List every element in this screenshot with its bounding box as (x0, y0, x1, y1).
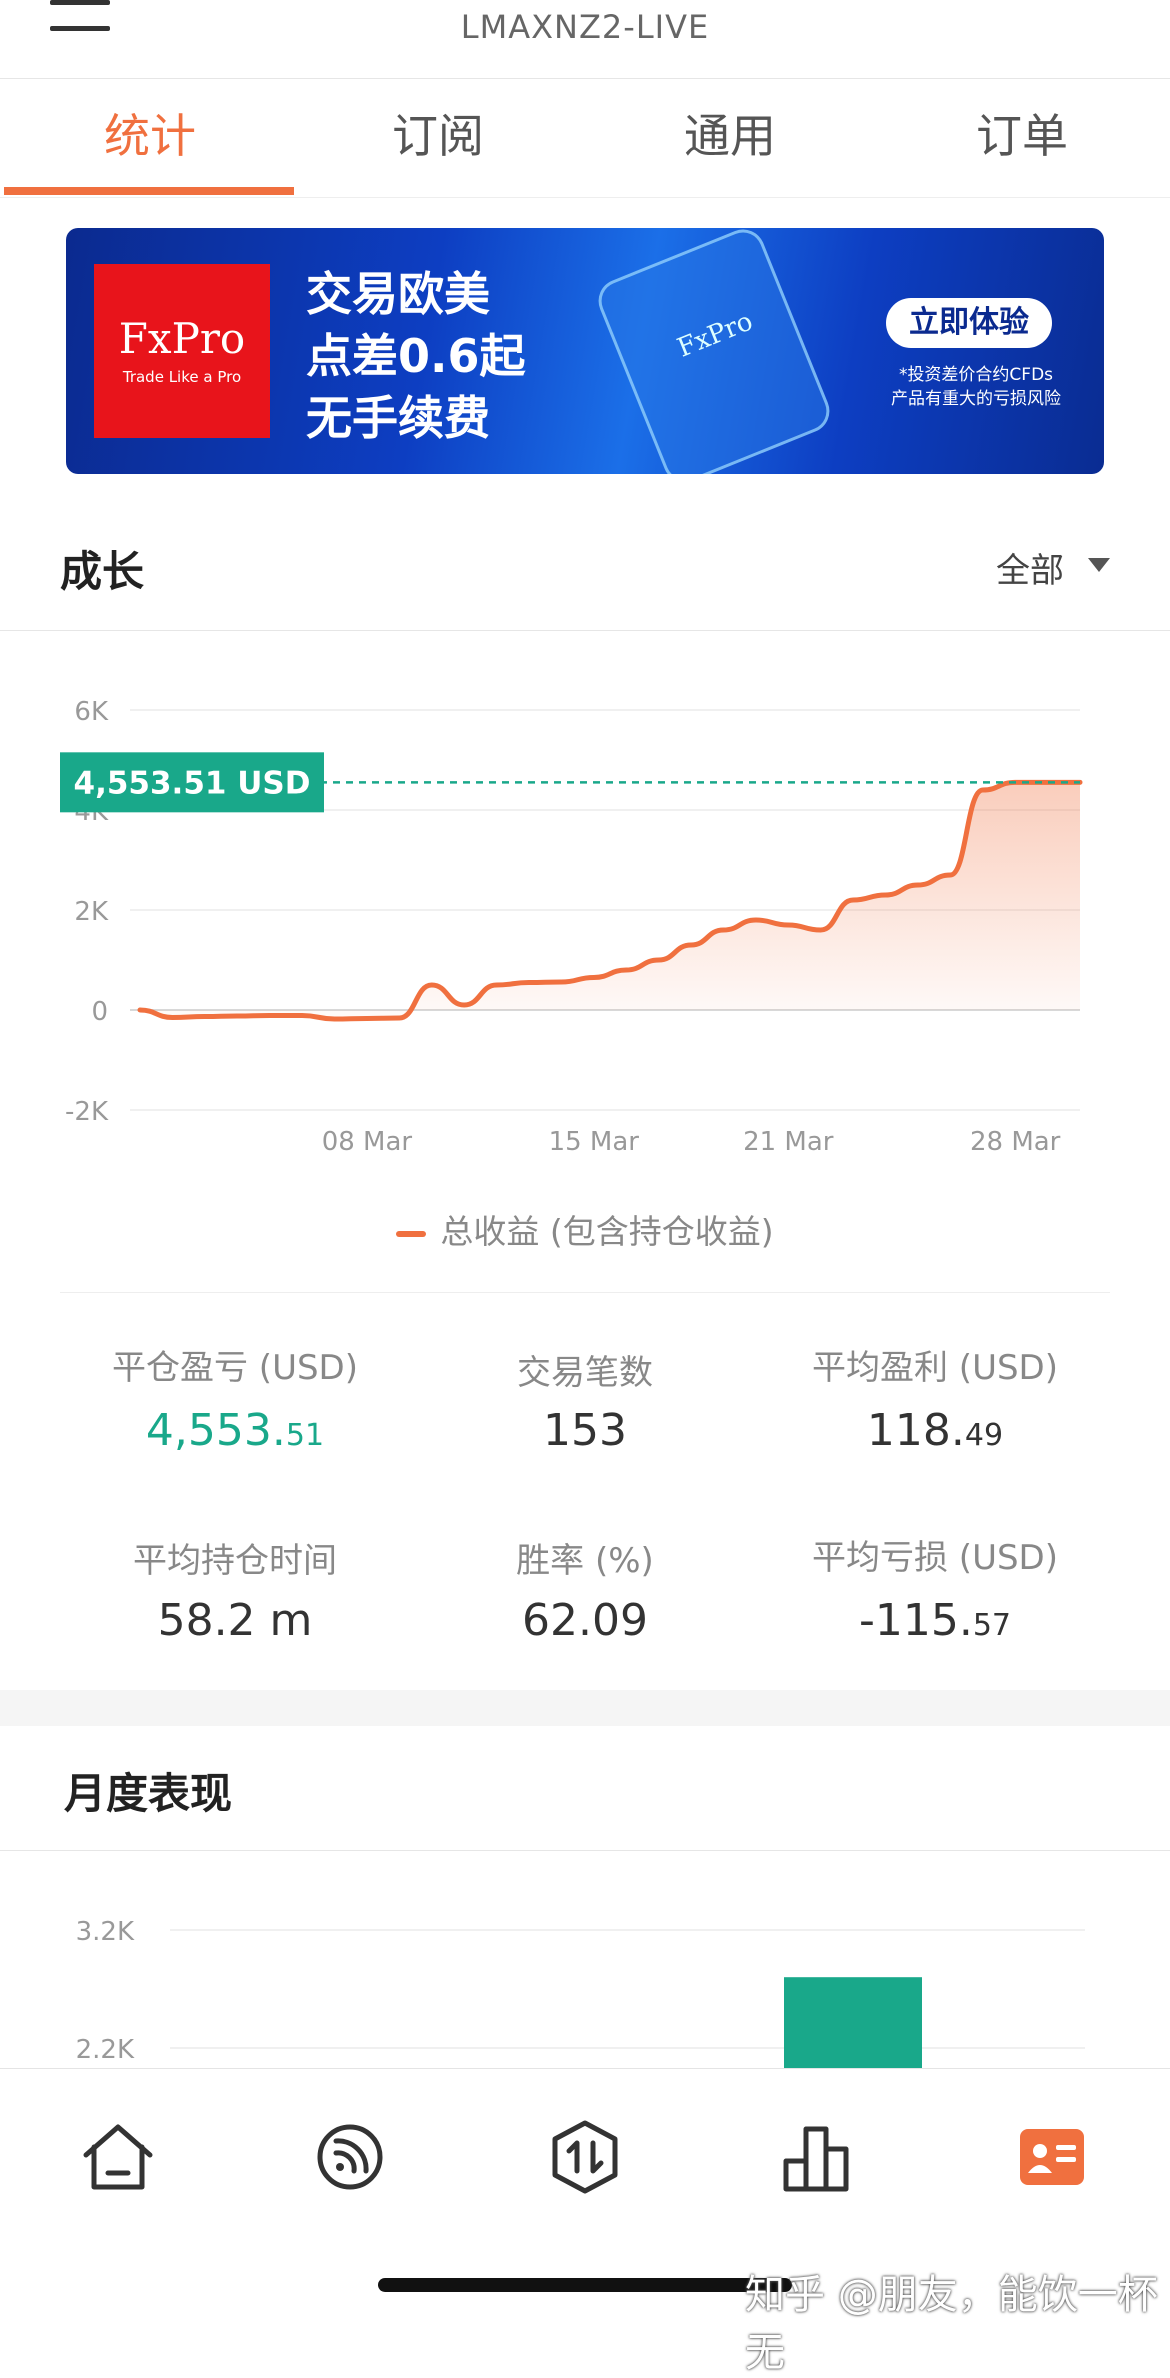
trades-count-label: 交易笔数 (517, 1353, 653, 1393)
home-indicator (378, 2278, 792, 2292)
nav-home[interactable] (78, 2117, 158, 2197)
tab-general[interactable]: 通用 (584, 100, 876, 170)
growth-chart[interactable]: -2K02K4K6K 08 Mar15 Mar21 Mar28 Mar 4,55… (0, 640, 1170, 1160)
avg-profit-label: 平均盈利 (USD) (812, 1348, 1058, 1388)
tab-subscribe[interactable]: 订阅 (292, 100, 584, 170)
tab-statistics[interactable]: 统计 (4, 100, 296, 170)
avg-loss-value: -115.57 (740, 1595, 1130, 1646)
growth-filter-dropdown[interactable]: 全部 (996, 543, 1064, 592)
x-tick-label: 08 Mar (322, 1127, 413, 1157)
win-rate-label: 胜率 (%) (516, 1541, 654, 1581)
avg-profit-value: 118.49 (740, 1405, 1130, 1456)
fxpro-logo: FxPro Trade Like a Pro (94, 264, 270, 438)
banner-line-3: 无手续费 (306, 391, 490, 445)
x-tick-label: 15 Mar (549, 1127, 640, 1157)
monthly-divider (0, 1850, 1170, 1851)
y-tick-label: 6K (74, 697, 109, 727)
monthly-chart[interactable]: 2.2K 3.2K (0, 1860, 1170, 2068)
y-tick-label: 0 (91, 997, 108, 1027)
current-value-label: 4,553.51 USD (74, 765, 311, 801)
y-tick-label: 3.2K (76, 1917, 135, 1947)
active-tab-indicator (4, 187, 294, 195)
legend-divider (60, 1292, 1110, 1293)
growth-legend: 总收益 (包含持仓收益) (0, 1205, 1170, 1253)
growth-title: 成长 (60, 547, 145, 596)
profile-card-icon (1020, 2129, 1084, 2185)
try-now-button[interactable]: 立即体验 (886, 298, 1052, 348)
tabs-divider (0, 197, 1170, 198)
nav-trade[interactable] (545, 2117, 625, 2197)
nav-signals[interactable] (310, 2117, 390, 2197)
win-rate-value: 62.09 (522, 1595, 648, 1646)
home-icon (83, 2124, 153, 2190)
caret-down-icon[interactable] (1088, 558, 1110, 572)
fxpro-logo-text: FxPro (118, 314, 246, 363)
closed-pl-int: 4,553. (145, 1405, 286, 1456)
promo-banner[interactable]: FxPro Trade Like a Pro 交易欧美 点差0.6起 无手续费 … (66, 228, 1104, 474)
x-tick-label: 21 Mar (743, 1127, 834, 1157)
monthly-bar[interactable] (784, 1977, 922, 2068)
closed-pl-value: 4,553.51 (40, 1405, 430, 1456)
menu-icon (50, 0, 110, 5)
tab-orders[interactable]: 订单 (876, 100, 1168, 170)
nav-profile[interactable] (1012, 2117, 1092, 2197)
growth-divider (0, 630, 1170, 631)
trades-count-value: 153 (543, 1405, 627, 1456)
avg-profit-dec: 49 (964, 1418, 1004, 1453)
avg-hold-time-value: 58.2 m (157, 1595, 313, 1646)
watermark: 知乎 @朋友，能饮一杯无 (745, 2272, 1158, 2376)
fxpro-tagline: Trade Like a Pro (122, 368, 242, 386)
y-tick-label: 2.2K (76, 2035, 135, 2065)
account-title: LMAXNZ2-LIVE (460, 8, 710, 46)
banner-risk-note-1: *投资差价合约CFDs (898, 365, 1054, 385)
y-tick-label: 2K (74, 897, 109, 927)
nav-statistics[interactable] (778, 2117, 858, 2197)
closed-pl-label: 平仓盈亏 (USD) (112, 1348, 358, 1388)
closed-pl-dec: 51 (285, 1418, 325, 1453)
banner-line-1: 交易欧美 (306, 267, 490, 321)
avg-hold-time-label: 平均持仓时间 (133, 1541, 337, 1581)
legend-label: 总收益 (包含持仓收益) (440, 1212, 774, 1251)
trade-arrows-icon (552, 2120, 618, 2194)
avg-loss-dec: 57 (972, 1608, 1012, 1643)
banner-risk-note-2: 产品有重大的亏损风险 (891, 389, 1061, 409)
broadcast-icon (317, 2124, 383, 2190)
monthly-title: 月度表现 (64, 1769, 233, 1818)
y-tick-label: -2K (65, 1097, 109, 1127)
avg-loss-label: 平均亏损 (USD) (812, 1538, 1058, 1578)
bar-chart-icon (783, 2126, 849, 2192)
section-separator (0, 1690, 1170, 1726)
header-divider (0, 78, 1170, 79)
x-tick-label: 28 Mar (970, 1127, 1061, 1157)
legend-swatch (396, 1230, 427, 1237)
avg-profit-int: 118. (866, 1405, 965, 1456)
banner-line-2: 点差0.6起 (306, 329, 526, 383)
growth-area (140, 782, 1080, 1019)
avg-loss-int: -115. (858, 1595, 973, 1646)
